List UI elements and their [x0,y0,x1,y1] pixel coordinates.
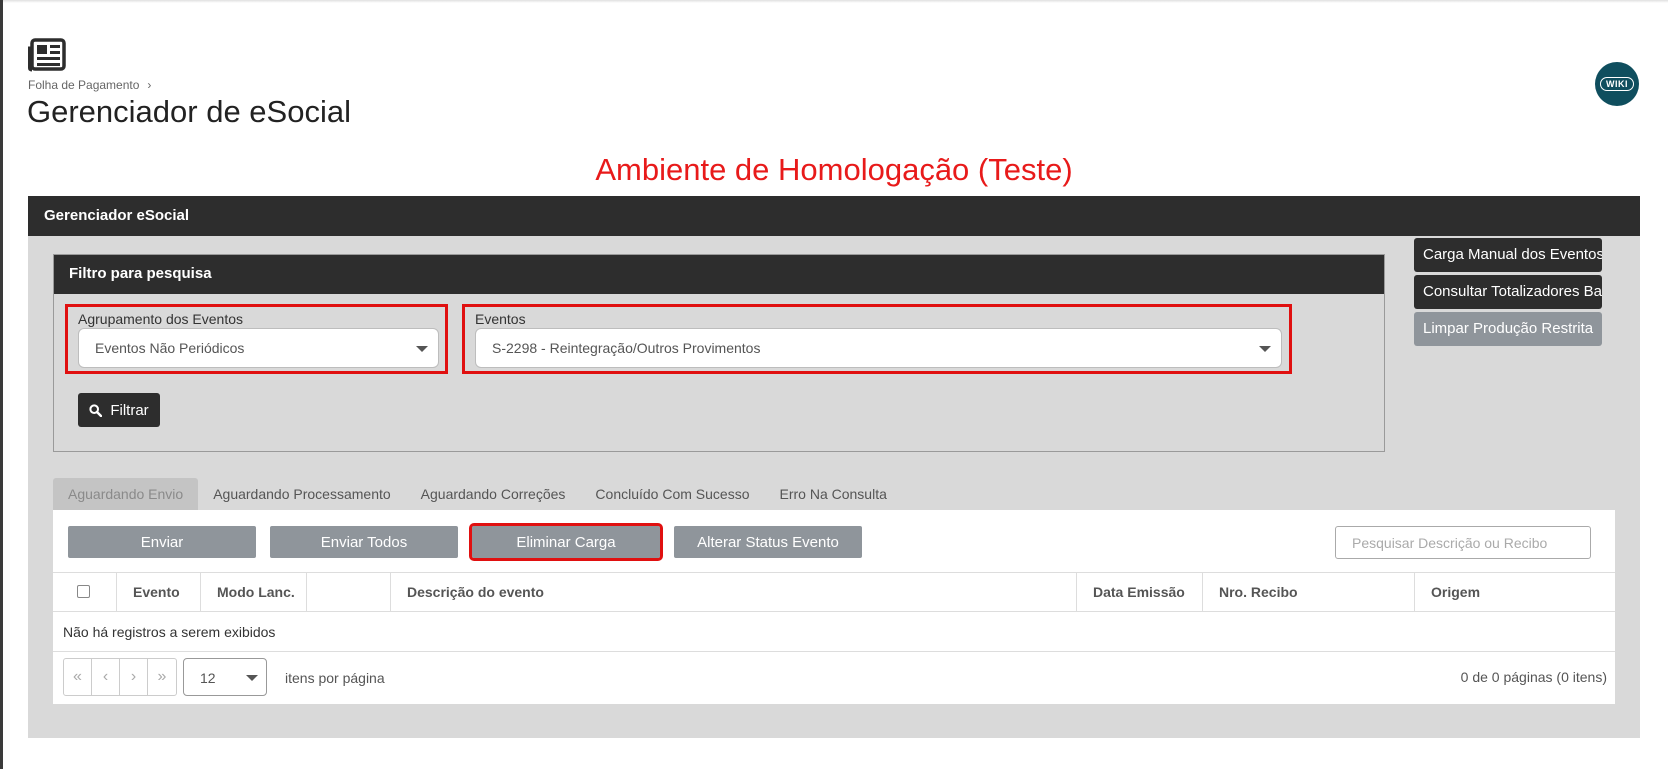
grouping-select[interactable]: Eventos Não Periódicos [78,328,439,368]
chevron-right-icon: › [147,78,152,92]
table-header: Evento Modo Lanc. Descrição do evento Da… [53,572,1615,612]
tab-aguardando-envio[interactable]: Aguardando Envio [53,478,199,510]
send-all-button[interactable]: Enviar Todos [270,526,458,558]
col-origem[interactable]: Origem [1415,573,1615,611]
page-title: Gerenciador de eSocial [27,94,351,129]
status-tabs: Aguardando Envio Aguardando Processament… [53,478,902,510]
filter-panel-title: Filtro para pesquisa [54,255,1384,294]
col-data-emissao[interactable]: Data Emissão [1077,573,1203,611]
select-all-checkbox[interactable] [77,585,90,598]
caret-down-icon [416,346,428,352]
events-select-value: S-2298 - Reintegração/Outros Provimentos [492,340,761,356]
last-page-button[interactable]: » [148,659,176,695]
manual-load-button[interactable]: Carga Manual dos Eventos [1414,238,1602,272]
search-input[interactable] [1335,526,1591,559]
breadcrumb: Folha de Pagamento › [28,78,151,92]
col-evento[interactable]: Evento [117,573,201,611]
send-button[interactable]: Enviar [68,526,256,558]
search-icon [89,403,103,417]
empty-message: Não há registros a serem exibidos [53,612,1615,652]
col-nro-recibo[interactable]: Nro. Recibo [1203,573,1415,611]
grouping-field-highlight: Agrupamento dos Eventos Eventos Não Peri… [65,304,448,374]
events-select[interactable]: S-2298 - Reintegração/Outros Provimentos [475,328,1282,368]
events-label: Eventos [475,311,526,327]
per-page-label: itens por página [285,670,385,686]
change-status-button[interactable]: Alterar Status Evento [674,526,862,558]
caret-down-icon [1259,346,1271,352]
first-page-button[interactable]: « [64,659,92,695]
tab-erro-consulta[interactable]: Erro Na Consulta [765,478,902,510]
filter-button[interactable]: Filtrar [78,393,160,427]
col-modo-lanc[interactable]: Modo Lanc. [201,573,307,611]
grouping-select-value: Eventos Não Periódicos [95,340,245,356]
caret-down-icon [246,675,258,681]
grouping-label: Agrupamento dos Eventos [78,311,243,327]
environment-banner: Ambiente de Homologação (Teste) [595,152,1073,187]
prev-page-button[interactable]: ‹ [92,659,120,695]
pagination: « ‹ › » [63,658,177,696]
main-panel-title: Gerenciador eSocial [28,196,1640,236]
per-page-value: 12 [200,670,216,686]
wiki-icon: WIKI [1600,77,1634,91]
select-all-cell [53,573,117,611]
events-field-highlight: Eventos S-2298 - Reintegração/Outros Pro… [462,304,1292,374]
tab-content: Enviar Enviar Todos Eliminar Carga Alter… [53,510,1615,704]
main-panel: Gerenciador eSocial Filtro para pesquisa… [28,196,1640,738]
per-page-select[interactable]: 12 [183,658,267,696]
left-edge [0,0,3,769]
tab-aguardando-processamento[interactable]: Aguardando Processamento [198,478,405,510]
top-edge [0,0,1668,3]
next-page-button[interactable]: › [120,659,148,695]
clear-restricted-button[interactable]: Limpar Produção Restrita [1414,312,1602,346]
filter-panel: Filtro para pesquisa Agrupamento dos Eve… [53,254,1385,452]
newspaper-icon [28,38,66,72]
col-blank [307,573,391,611]
consult-totals-button[interactable]: Consultar Totalizadores Base [1414,275,1602,309]
wiki-button[interactable]: WIKI [1595,62,1639,106]
breadcrumb-item-folha[interactable]: Folha de Pagamento [28,78,139,92]
col-descricao[interactable]: Descrição do evento [391,573,1077,611]
tab-aguardando-correcoes[interactable]: Aguardando Correções [406,478,581,510]
delete-load-button[interactable]: Eliminar Carga [469,523,663,561]
tab-concluido[interactable]: Concluído Com Sucesso [580,478,764,510]
filter-button-label: Filtrar [110,401,149,419]
pages-info: 0 de 0 páginas (0 itens) [1460,669,1607,685]
